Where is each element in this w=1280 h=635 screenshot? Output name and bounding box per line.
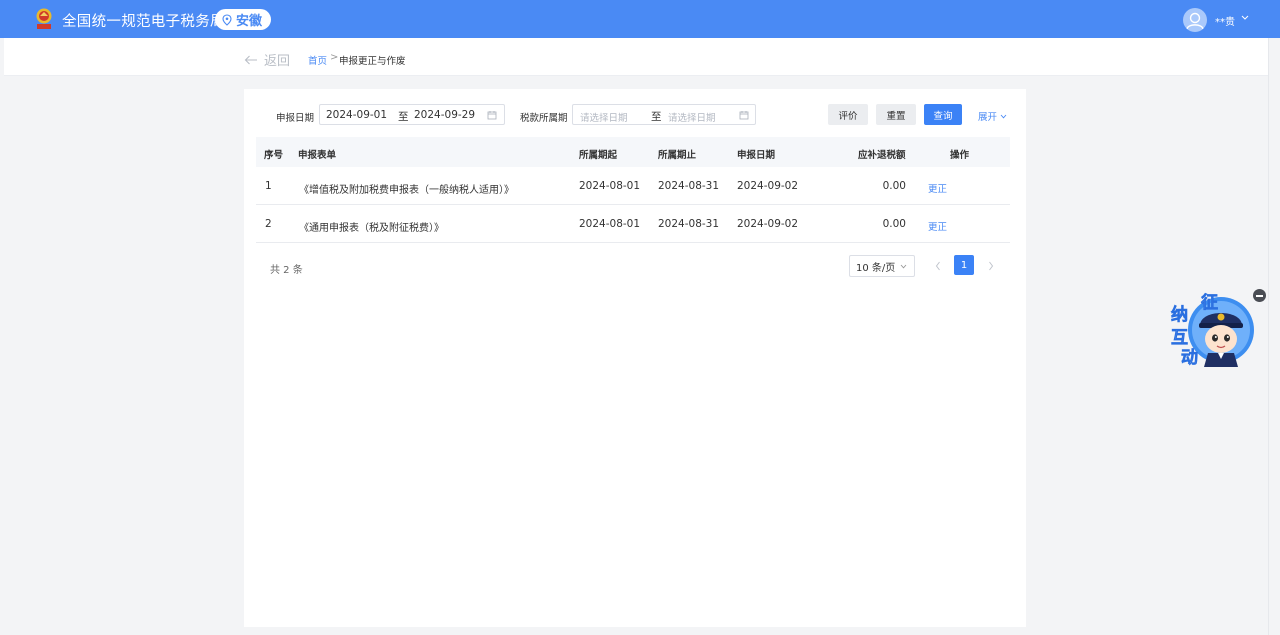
declare-date-end[interactable]: 2024-09-29 — [414, 109, 475, 121]
declaration-table: 序号 申报表单 所属期起 所属期止 申报日期 应补退税额 操作 1 《增值税及附… — [256, 137, 1010, 243]
user-name[interactable]: **贵 — [1215, 13, 1235, 28]
range-separator: 至 — [651, 111, 662, 123]
row-declare-date: 2024-09-02 — [737, 218, 799, 230]
expand-label: 展开 — [978, 112, 998, 123]
col-form: 申报表单 — [298, 150, 337, 161]
declare-date-range[interactable]: 2024-09-01 至 2024-09-29 — [319, 104, 505, 125]
location-pin-icon — [222, 13, 232, 26]
chevron-down-icon — [1000, 114, 1007, 118]
next-page-icon[interactable] — [984, 257, 998, 275]
declare-date-label: 申报日期 — [276, 113, 315, 124]
table-row: 1 《增值税及附加税费申报表（一般纳税人适用）》 2024-08-01 2024… — [256, 167, 1010, 205]
back-label: 返回 — [264, 54, 291, 69]
col-declare-date: 申报日期 — [737, 150, 776, 161]
breadcrumb-bar: 返回 首页 > 申报更正与作废 — [4, 38, 1268, 76]
declare-date-start[interactable]: 2024-09-01 — [326, 109, 387, 121]
calendar-icon — [487, 111, 497, 120]
tax-emblem-icon — [36, 8, 52, 29]
page-size-value: 10 条/页 — [856, 262, 896, 274]
breadcrumb-separator: > — [330, 52, 339, 63]
col-action: 操作 — [950, 150, 970, 161]
row-period-end: 2024-08-31 — [658, 218, 720, 230]
interaction-widget[interactable]: 征 纳 互 动 — [1168, 287, 1258, 373]
row-index: 1 — [265, 180, 272, 192]
calendar-icon — [739, 111, 749, 120]
row-declare-date: 2024-09-02 — [737, 180, 799, 192]
col-index: 序号 — [264, 150, 284, 161]
col-amount: 应补退税额 — [858, 150, 906, 161]
search-button[interactable]: 查询 — [924, 104, 962, 125]
row-index: 2 — [265, 218, 272, 230]
region-label: 安徽 — [236, 14, 263, 29]
expand-toggle[interactable]: 展开 — [978, 109, 1007, 123]
row-period-start: 2024-08-01 — [579, 218, 641, 230]
page-size-select[interactable]: 10 条/页 — [849, 255, 915, 277]
region-selector[interactable]: 安徽 — [215, 9, 272, 30]
period-start-input[interactable]: 请选择日期 — [580, 110, 628, 124]
arrow-left-icon — [244, 55, 257, 64]
correct-link[interactable]: 更正 — [928, 181, 947, 195]
user-avatar[interactable] — [1183, 8, 1207, 32]
scrollbar[interactable] — [1268, 38, 1280, 635]
total-count: 共 2 条 — [270, 265, 303, 276]
chevron-down-icon[interactable] — [1240, 12, 1250, 22]
breadcrumb-current: 申报更正与作废 — [339, 56, 406, 67]
row-amount: 0.00 — [882, 218, 906, 230]
col-period-end: 所属期止 — [658, 150, 697, 161]
table-header: 序号 申报表单 所属期起 所属期止 申报日期 应补退税额 操作 — [256, 137, 1010, 167]
user-icon — [1186, 12, 1204, 30]
row-form-name: 《增值税及附加税费申报表（一般纳税人适用）》 — [299, 185, 514, 196]
main-card: 申报日期 2024-09-01 至 2024-09-29 税款所属期 请选择日期… — [244, 89, 1026, 627]
widget-char-hu: 互 — [1171, 328, 1188, 348]
top-header: 全国统一规范电子税务局 安徽 **贵 — [0, 0, 1280, 38]
period-label: 税款所属期 — [520, 113, 568, 124]
breadcrumb-home-link[interactable]: 首页 — [308, 53, 327, 67]
evaluate-button[interactable]: 评价 — [828, 104, 868, 125]
reset-button[interactable]: 重置 — [876, 104, 916, 125]
prev-page-icon[interactable] — [931, 257, 945, 275]
table-row: 2 《通用申报表（税及附征税费）》 2024-08-01 2024-08-31 … — [256, 205, 1010, 243]
period-end-input[interactable]: 请选择日期 — [668, 110, 716, 124]
widget-char-dong: 动 — [1181, 348, 1198, 368]
filter-bar: 申报日期 2024-09-01 至 2024-09-29 税款所属期 请选择日期… — [244, 89, 1026, 137]
row-period-end: 2024-08-31 — [658, 180, 720, 192]
app-title: 全国统一规范电子税务局 — [62, 14, 225, 30]
period-date-range[interactable]: 请选择日期 至 请选择日期 — [572, 104, 756, 125]
widget-char-na: 纳 — [1171, 304, 1188, 325]
widget-close-icon[interactable] — [1253, 289, 1266, 302]
col-period-start: 所属期起 — [579, 150, 618, 161]
page-1-button[interactable]: 1 — [954, 255, 974, 275]
range-separator: 至 — [398, 111, 409, 123]
mascot-icon: 征 纳 互 动 — [1171, 292, 1254, 368]
row-form-name: 《通用申报表（税及附征税费）》 — [299, 223, 444, 234]
correct-link[interactable]: 更正 — [928, 219, 947, 233]
back-button[interactable]: 返回 — [244, 50, 290, 69]
row-period-start: 2024-08-01 — [579, 180, 641, 192]
widget-char-zheng: 征 — [1201, 292, 1218, 313]
chevron-down-icon — [900, 264, 907, 269]
row-amount: 0.00 — [882, 180, 906, 192]
